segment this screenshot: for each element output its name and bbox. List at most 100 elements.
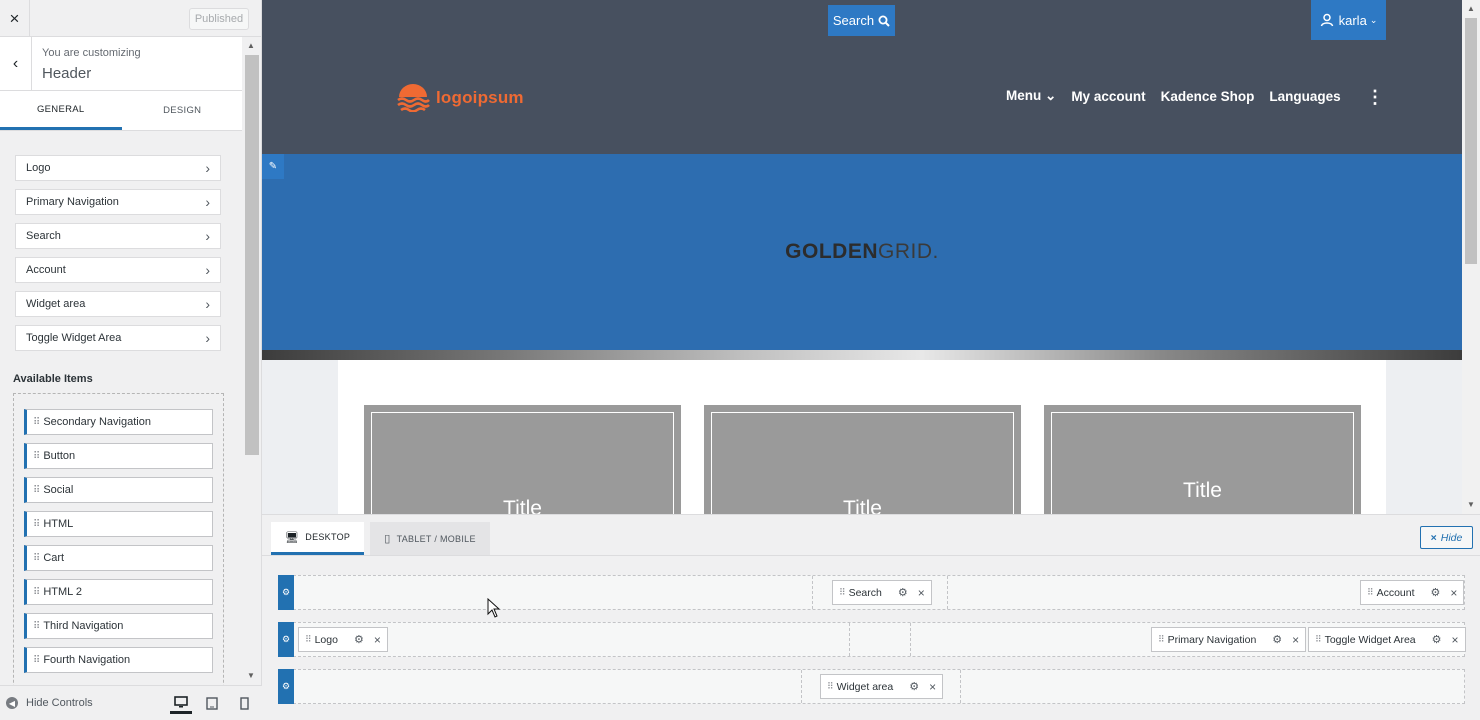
available-item-label: Cart bbox=[43, 552, 65, 564]
section-title: Header bbox=[42, 65, 92, 82]
scroll-down-icon[interactable]: ▼ bbox=[1467, 500, 1475, 509]
header-builder: 🖥 DESKTOP ▯ TABLET / MOBILE × Hide ⚙ ⠿ Searc… bbox=[262, 514, 1480, 720]
gear-icon[interactable]: ⚙ bbox=[354, 633, 364, 646]
grid-card-3[interactable]: Title bbox=[1044, 405, 1361, 514]
account-button[interactable]: karla ⌄ bbox=[1311, 0, 1386, 40]
available-item-cart[interactable]: ⠿ Cart bbox=[24, 545, 213, 571]
tab-design[interactable]: DESIGN bbox=[122, 91, 244, 130]
scroll-up-icon[interactable]: ▲ bbox=[247, 41, 255, 50]
mobile-preview-icon[interactable] bbox=[233, 692, 255, 714]
builder-row-main: ⚙ ⠿ Logo ⚙ × ⠿ Primary Navigation ⚙ × ⠿ Toggl… bbox=[278, 622, 1466, 657]
search-button[interactable]: Search bbox=[828, 5, 895, 36]
preview-scrollbar[interactable]: ▲ ▼ bbox=[1462, 0, 1480, 514]
builder-item-search[interactable]: ⠿ Search ⚙ × bbox=[832, 580, 932, 605]
drag-handle-icon: ⠿ bbox=[839, 587, 846, 597]
grid-card-title: Title bbox=[843, 497, 882, 514]
builder-item-account[interactable]: ⠿ Account ⚙ × bbox=[1360, 580, 1465, 605]
gear-icon[interactable]: ⚙ bbox=[898, 586, 908, 599]
close-icon[interactable]: × bbox=[918, 586, 925, 600]
grid-card-2[interactable]: Title bbox=[704, 405, 1021, 514]
gear-icon[interactable]: ⚙ bbox=[1431, 586, 1441, 599]
desktop-preview-icon[interactable] bbox=[170, 692, 192, 714]
builder-item-logo[interactable]: ⠿ Logo ⚙ × bbox=[298, 627, 388, 652]
nav-item-widget-area[interactable]: Widget area › bbox=[15, 291, 221, 317]
available-item-html-2[interactable]: ⠿ HTML 2 bbox=[24, 579, 213, 605]
close-icon[interactable]: × bbox=[0, 0, 30, 37]
available-item-fourth-navigation[interactable]: ⠿ Fourth Navigation bbox=[24, 647, 213, 673]
close-icon[interactable]: × bbox=[1452, 633, 1459, 647]
primary-navigation: Menu ⌄ My account Kadence Shop Languages bbox=[1006, 88, 1356, 104]
row-settings-icon[interactable]: ⚙ bbox=[278, 575, 294, 610]
row-settings-icon[interactable]: ⚙ bbox=[278, 622, 294, 657]
drag-handle-icon: ⠿ bbox=[33, 518, 40, 530]
drag-handle-icon: ⠿ bbox=[33, 620, 40, 632]
drag-handle-icon: ⠿ bbox=[1367, 587, 1374, 597]
nav-item-account[interactable]: Account › bbox=[15, 257, 221, 283]
nav-item-primary-navigation[interactable]: Primary Navigation › bbox=[15, 189, 221, 215]
tabs-divider bbox=[262, 555, 1480, 556]
more-vertical-icon[interactable]: ⋮ bbox=[1366, 88, 1384, 106]
gear-icon[interactable]: ⚙ bbox=[909, 680, 919, 693]
gear-icon[interactable]: ⚙ bbox=[1432, 633, 1442, 646]
nav-item-logo[interactable]: Logo › bbox=[15, 155, 221, 181]
nav-item-toggle-widget-area[interactable]: Toggle Widget Area › bbox=[15, 325, 221, 351]
tab-tablet-mobile[interactable]: ▯ TABLET / MOBILE bbox=[370, 522, 490, 555]
sidebar-scrollbar[interactable]: ▲ ▼ bbox=[242, 37, 261, 685]
drag-handle-icon: ⠿ bbox=[33, 450, 40, 462]
available-item-label: HTML bbox=[43, 518, 74, 530]
edit-pencil-icon[interactable]: ✎ bbox=[262, 154, 284, 179]
available-item-social[interactable]: ⠿ Social bbox=[24, 477, 213, 503]
available-item-secondary-navigation[interactable]: ⠿ Secondary Navigation bbox=[24, 409, 213, 435]
builder-item-toggle-widget-area[interactable]: ⠿ Toggle Widget Area ⚙ × bbox=[1308, 627, 1466, 652]
hero-brand: GOLDENGRID. bbox=[262, 240, 1462, 264]
nav-kadence-shop[interactable]: Kadence Shop bbox=[1161, 89, 1255, 104]
brand-light: GRID. bbox=[878, 240, 939, 263]
available-item-label: Secondary Navigation bbox=[43, 416, 151, 428]
close-icon[interactable]: × bbox=[929, 680, 936, 694]
scrollbar-thumb[interactable] bbox=[245, 55, 259, 455]
nav-my-account[interactable]: My account bbox=[1071, 89, 1145, 104]
sidebar-footer: ◀ Hide Controls bbox=[0, 685, 262, 720]
customizer-sidebar: × Published ‹ You are customizing Header… bbox=[0, 0, 262, 720]
mouse-cursor-icon bbox=[487, 597, 501, 623]
hide-builder-button[interactable]: × Hide bbox=[1420, 526, 1473, 549]
builder-item-widget-area[interactable]: ⠿ Widget area ⚙ × bbox=[820, 674, 944, 699]
hero-image-strip bbox=[262, 350, 1462, 360]
nav-languages[interactable]: Languages bbox=[1269, 89, 1340, 104]
mobile-icon: ▯ bbox=[384, 533, 391, 545]
gear-icon[interactable]: ⚙ bbox=[1272, 633, 1282, 646]
builder-item-label: Search bbox=[848, 586, 882, 599]
chevron-right-icon: › bbox=[205, 228, 210, 244]
nav-item-search[interactable]: Search › bbox=[15, 223, 221, 249]
hide-controls-button[interactable]: ◀ Hide Controls bbox=[6, 697, 93, 709]
customizing-label: You are customizing bbox=[42, 47, 141, 59]
publish-button[interactable]: Published bbox=[189, 8, 249, 30]
tab-general[interactable]: GENERAL bbox=[0, 91, 122, 130]
nav-menu[interactable]: Menu ⌄ bbox=[1006, 88, 1056, 104]
scroll-up-icon[interactable]: ▲ bbox=[1467, 4, 1475, 13]
close-icon[interactable]: × bbox=[1450, 586, 1457, 600]
available-item-html[interactable]: ⠿ HTML bbox=[24, 511, 213, 537]
chevron-right-icon: › bbox=[205, 262, 210, 278]
chevron-down-icon: ⌄ bbox=[1369, 14, 1378, 25]
tab-desktop[interactable]: 🖥 DESKTOP bbox=[271, 522, 365, 555]
tablet-preview-icon[interactable] bbox=[201, 692, 223, 714]
builder-item-label: Toggle Widget Area bbox=[1324, 633, 1416, 646]
tab-label: TABLET / MOBILE bbox=[396, 533, 476, 544]
chevron-right-icon: › bbox=[205, 160, 210, 176]
scroll-down-icon[interactable]: ▼ bbox=[247, 671, 255, 680]
back-icon[interactable]: ‹ bbox=[0, 37, 32, 91]
close-icon[interactable]: × bbox=[374, 633, 381, 647]
grid-card-1[interactable]: Title bbox=[364, 405, 681, 514]
drag-handle-icon: ⠿ bbox=[33, 416, 40, 428]
available-item-third-navigation[interactable]: ⠿ Third Navigation bbox=[24, 613, 213, 639]
scrollbar-thumb[interactable] bbox=[1465, 18, 1477, 264]
nav-item-label: Logo bbox=[26, 162, 51, 174]
chevron-right-icon: › bbox=[205, 194, 210, 210]
close-icon[interactable]: × bbox=[1292, 633, 1299, 647]
builder-item-primary-navigation[interactable]: ⠿ Primary Navigation ⚙ × bbox=[1151, 627, 1307, 652]
row-settings-icon[interactable]: ⚙ bbox=[278, 669, 294, 704]
site-logo[interactable]: logoipsum bbox=[396, 84, 524, 112]
drag-handle-icon: ⠿ bbox=[1158, 634, 1165, 644]
available-item-button[interactable]: ⠿ Button bbox=[24, 443, 213, 469]
